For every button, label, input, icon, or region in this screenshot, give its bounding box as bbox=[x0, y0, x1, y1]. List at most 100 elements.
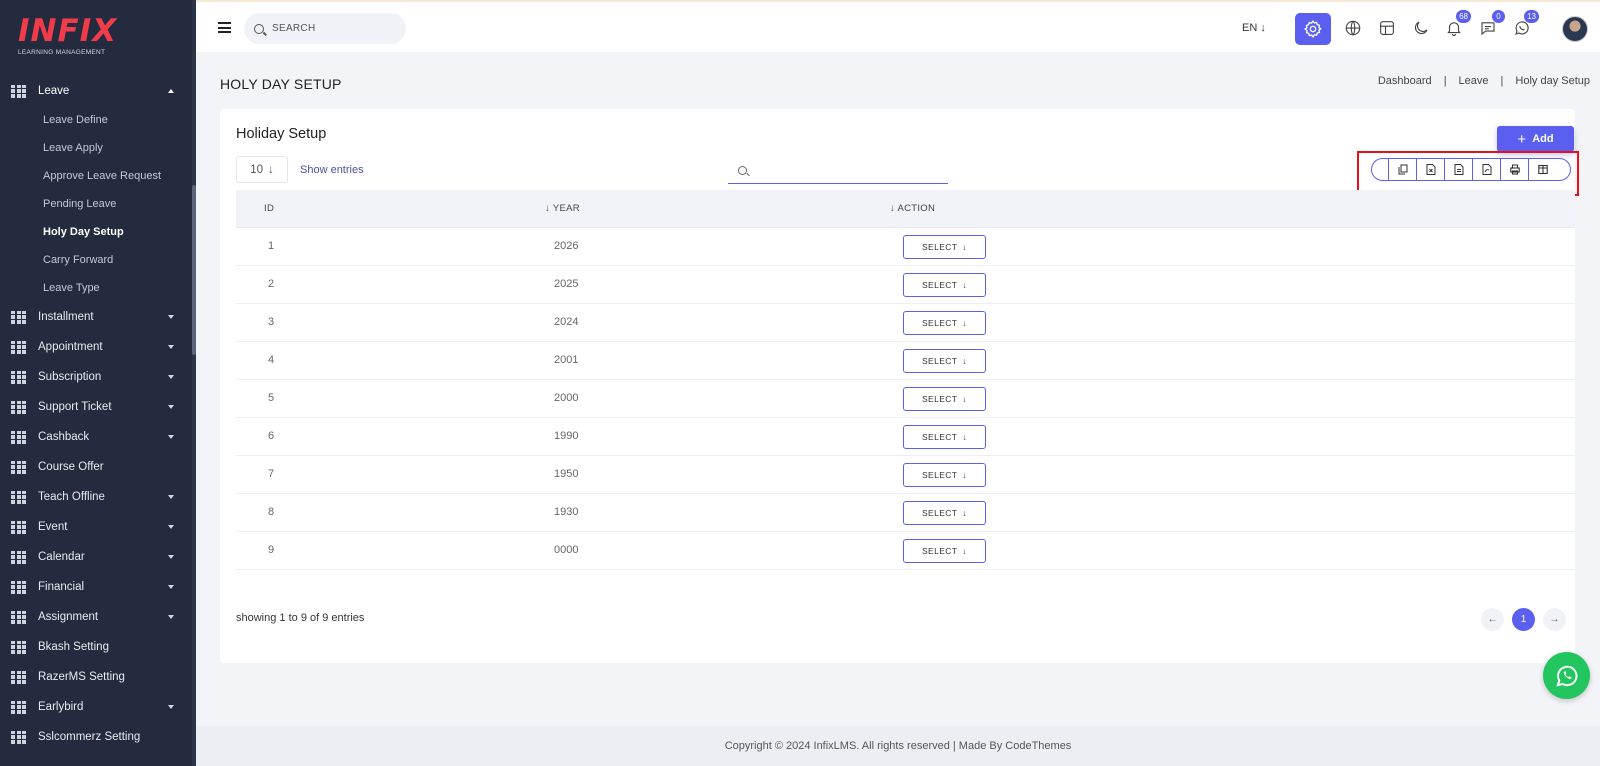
add-button[interactable]: + Add bbox=[1497, 126, 1574, 152]
sidebar-item-leave[interactable]: Leave bbox=[0, 76, 192, 106]
select-action-button[interactable]: SELECT ↓ bbox=[903, 349, 986, 373]
caret-down-icon bbox=[168, 555, 174, 559]
pdf-button[interactable] bbox=[1472, 159, 1500, 180]
arrow-down-icon: ↓ bbox=[962, 242, 968, 252]
prev-page-button[interactable]: ← bbox=[1481, 608, 1504, 631]
sidebar-subitem-holy-day-setup[interactable]: Holy Day Setup bbox=[0, 218, 192, 246]
excel-button[interactable] bbox=[1416, 159, 1444, 180]
select-action-button[interactable]: SELECT ↓ bbox=[903, 425, 986, 449]
breadcrumb-item[interactable]: Leave bbox=[1459, 75, 1489, 87]
caret-down-icon bbox=[168, 495, 174, 499]
select-action-button[interactable]: SELECT ↓ bbox=[903, 387, 986, 411]
select-action-button[interactable]: SELECT ↓ bbox=[903, 501, 986, 525]
settings-button[interactable] bbox=[1295, 13, 1331, 45]
arrow-down-icon: ↓ bbox=[962, 508, 968, 518]
next-page-button[interactable]: → bbox=[1543, 608, 1566, 631]
cell-id: 1 bbox=[268, 240, 275, 252]
column-header-year[interactable]: ↓ YEAR bbox=[545, 203, 580, 214]
table-row: 5 2000 SELECT ↓ bbox=[236, 380, 1575, 418]
notifications-button[interactable]: 68 bbox=[1442, 9, 1472, 40]
caret-down-icon bbox=[168, 585, 174, 589]
column-header-action[interactable]: ↓ ACTION bbox=[890, 203, 935, 214]
theme-toggle-button[interactable] bbox=[1409, 16, 1433, 40]
user-avatar[interactable] bbox=[1562, 16, 1588, 42]
cell-id: 7 bbox=[268, 468, 275, 480]
breadcrumb-item[interactable]: Dashboard bbox=[1378, 75, 1432, 87]
csv-button[interactable] bbox=[1444, 159, 1472, 180]
grid-icon bbox=[11, 640, 26, 654]
caret-down-icon bbox=[168, 705, 174, 709]
sidebar-subitem-carry-forward[interactable]: Carry Forward bbox=[0, 246, 192, 274]
sidebar-subitem-leave-type[interactable]: Leave Type bbox=[0, 274, 192, 302]
grid-icon bbox=[11, 400, 26, 414]
sidebar-subitem-approve-leave-request[interactable]: Approve Leave Request bbox=[0, 162, 192, 190]
sidebar-item-label: Appointment bbox=[38, 341, 103, 353]
cell-id: 3 bbox=[268, 316, 275, 328]
cell-id: 9 bbox=[268, 544, 275, 556]
sidebar-subitem-leave-define[interactable]: Leave Define bbox=[0, 106, 192, 134]
search-icon bbox=[738, 165, 747, 175]
sidebar-scroll-thumb[interactable] bbox=[192, 185, 196, 355]
whatsapp-header-button[interactable]: 13 bbox=[1510, 9, 1540, 40]
caret-down-icon bbox=[168, 405, 174, 409]
sidebar-item-financial[interactable]: Financial bbox=[0, 572, 192, 602]
search-input[interactable] bbox=[272, 23, 392, 34]
sidebar-item-label: Support Ticket bbox=[38, 401, 112, 413]
entries-per-page-select[interactable]: 10 ↓ bbox=[236, 156, 288, 183]
table-search-input[interactable] bbox=[728, 157, 948, 184]
menu-toggle-icon[interactable] bbox=[218, 22, 231, 33]
sidebar-item-earlybird[interactable]: Earlybird bbox=[0, 692, 192, 722]
logo-wordmark: INFIX bbox=[18, 13, 118, 49]
select-action-button[interactable]: SELECT ↓ bbox=[903, 539, 986, 563]
top-header: EN ↓ 68 0 13 bbox=[196, 0, 1600, 52]
select-action-button[interactable]: SELECT ↓ bbox=[903, 311, 986, 335]
gear-icon bbox=[1303, 19, 1322, 39]
whatsapp-chat-button[interactable] bbox=[1543, 652, 1590, 699]
column-header-id[interactable]: ID bbox=[264, 203, 274, 214]
sidebar-item-support-ticket[interactable]: Support Ticket bbox=[0, 392, 192, 422]
select-action-button[interactable]: SELECT ↓ bbox=[903, 463, 986, 487]
sidebar-item-calendar[interactable]: Calendar bbox=[0, 542, 192, 572]
sidebar-item-appointment[interactable]: Appointment bbox=[0, 332, 192, 362]
sidebar-item-razerms-setting[interactable]: RazerMS Setting bbox=[0, 662, 192, 692]
sidebar-item-label: Bkash Setting bbox=[38, 641, 109, 653]
sidebar-item-event[interactable]: Event bbox=[0, 512, 192, 542]
arrow-down-icon: ↓ bbox=[962, 318, 968, 328]
card-title: Holiday Setup bbox=[236, 126, 327, 142]
grid-icon bbox=[11, 430, 26, 444]
language-selector[interactable]: EN ↓ bbox=[1242, 22, 1266, 34]
grid-icon bbox=[11, 340, 26, 354]
table-body: 1 2026 SELECT ↓ 2 2025 SELECT ↓ 3 2024 SELECT ↓ 4 200… bbox=[236, 228, 1575, 570]
select-action-button[interactable]: SELECT ↓ bbox=[903, 235, 986, 259]
excel-icon bbox=[1426, 164, 1435, 175]
print-button[interactable] bbox=[1500, 159, 1528, 180]
columns-button[interactable] bbox=[1528, 159, 1556, 180]
globe-button[interactable] bbox=[1341, 16, 1365, 40]
copy-button[interactable] bbox=[1388, 159, 1416, 180]
messages-button[interactable]: 0 bbox=[1476, 9, 1506, 40]
arrow-down-icon: ↓ bbox=[962, 470, 968, 480]
sidebar-item-course-offer[interactable]: Course Offer bbox=[0, 452, 192, 482]
columns-icon bbox=[1537, 164, 1548, 175]
sidebar-item-label: Financial bbox=[38, 581, 85, 593]
sidebar-item-cashback[interactable]: Cashback bbox=[0, 422, 192, 452]
moon-icon bbox=[1414, 21, 1428, 35]
globe-icon bbox=[1345, 20, 1361, 36]
sidebar-item-assignment[interactable]: Assignment bbox=[0, 602, 192, 632]
sidebar-item-sslcommerz-setting[interactable]: Sslcommerz Setting bbox=[0, 722, 192, 752]
select-action-button[interactable]: SELECT ↓ bbox=[903, 273, 986, 297]
select-button-label: SELECT bbox=[921, 546, 958, 556]
sidebar-item-installment[interactable]: Installment bbox=[0, 302, 192, 332]
sidebar-subitem-leave-apply[interactable]: Leave Apply bbox=[0, 134, 192, 162]
layout-button[interactable] bbox=[1375, 16, 1399, 40]
sidebar-scrollbar[interactable] bbox=[192, 0, 196, 766]
page-button-current[interactable]: 1 bbox=[1512, 608, 1535, 631]
sidebar-item-label: Sslcommerz Setting bbox=[38, 731, 141, 743]
cell-year: 2025 bbox=[554, 278, 579, 290]
sidebar-item-subscription[interactable]: Subscription bbox=[0, 362, 192, 392]
global-search[interactable] bbox=[244, 13, 406, 44]
logo[interactable]: INFIX LEARNING MANAGEMENT bbox=[18, 14, 138, 64]
sidebar-item-bkash-setting[interactable]: Bkash Setting bbox=[0, 632, 192, 662]
sidebar-item-teach-offline[interactable]: Teach Offline bbox=[0, 482, 192, 512]
sidebar-subitem-pending-leave[interactable]: Pending Leave bbox=[0, 190, 192, 218]
